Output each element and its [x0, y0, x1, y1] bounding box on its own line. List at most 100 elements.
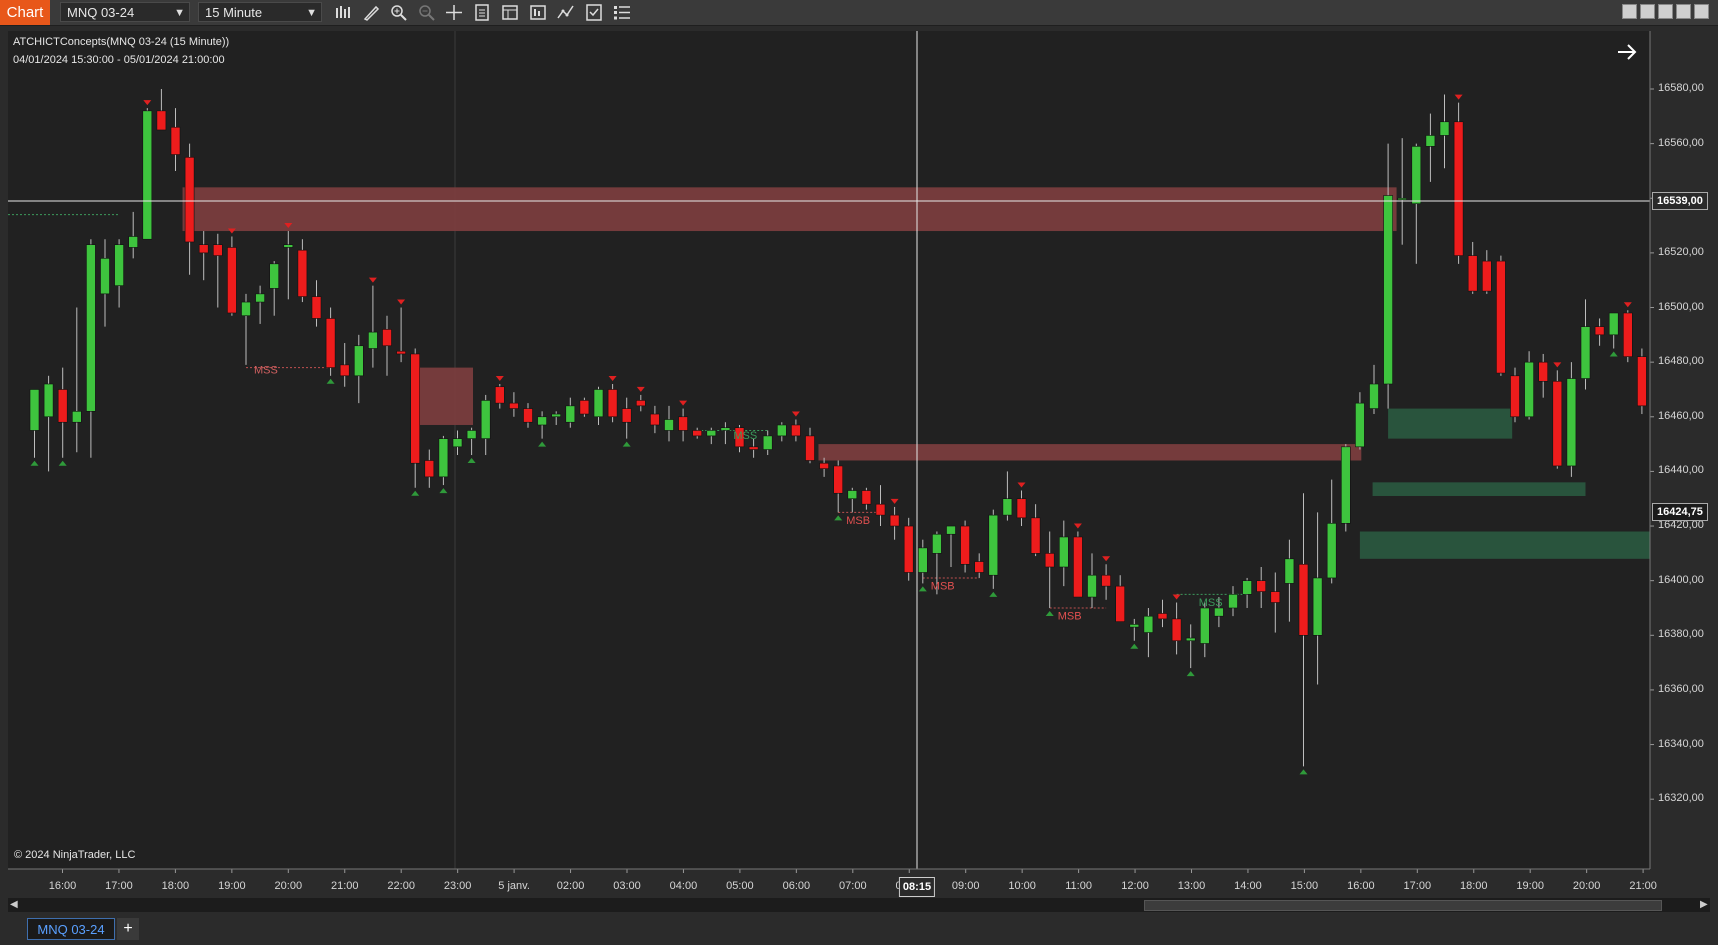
candle-body — [269, 263, 280, 289]
candle-body — [1256, 580, 1266, 592]
x-tick-label: 19:00 — [1516, 880, 1544, 892]
structure-label: MSS — [254, 365, 278, 377]
candle-body — [466, 430, 477, 439]
candle-body — [762, 435, 773, 450]
swing-low-marker — [1299, 769, 1308, 775]
candle-body — [509, 402, 519, 409]
bearish-zone — [182, 187, 1397, 232]
candle-body — [1002, 498, 1013, 516]
candle-body — [537, 416, 547, 426]
candle-body — [1566, 378, 1577, 467]
candle-body — [100, 258, 110, 295]
candle-body — [1355, 402, 1365, 448]
candle-body — [1016, 498, 1027, 519]
x-tick-label: 20:00 — [1572, 880, 1601, 892]
candle-body — [311, 296, 322, 319]
add-tab-button[interactable]: + — [117, 918, 139, 940]
candle-body — [1383, 195, 1393, 385]
price-chart[interactable]: MSS MSS MSB MSB MSB MSS — [0, 0, 1718, 945]
candle-body — [706, 430, 717, 437]
candle-body — [1524, 361, 1534, 418]
candle-body — [1171, 618, 1182, 642]
candle-body — [946, 525, 956, 535]
bullish-zone — [1359, 531, 1650, 559]
y-tick-label: 16440,00 — [1658, 464, 1704, 477]
candle-body — [382, 329, 392, 347]
candle-body — [114, 244, 124, 286]
x-tick-label: 05:00 — [726, 880, 754, 892]
scroll-left-arrow-icon[interactable]: ◀ — [10, 899, 18, 910]
candle-body — [1157, 613, 1168, 620]
candle-body — [1652, 411, 1661, 512]
swing-high-marker — [608, 376, 617, 382]
candle-body — [1623, 312, 1633, 357]
candle-body — [664, 419, 674, 431]
scrollbar-thumb[interactable] — [1144, 900, 1662, 911]
swing-low-marker — [1045, 610, 1054, 616]
candle-body — [1059, 536, 1069, 568]
bearish-zone — [419, 367, 474, 425]
copyright: © 2024 NinjaTrader, LLC — [14, 849, 136, 861]
candle-body — [1270, 591, 1281, 603]
swing-high-marker — [495, 376, 504, 382]
x-tick-label: 09:00 — [951, 880, 980, 892]
candle-body — [424, 460, 435, 478]
arrow-right-icon[interactable] — [1616, 42, 1638, 62]
candle-body — [1129, 624, 1140, 628]
candle-body — [917, 547, 928, 573]
x-tick-label: 07:00 — [839, 880, 867, 892]
candle-body — [621, 408, 632, 423]
swing-high-marker — [1553, 362, 1562, 368]
structure-label: MSB — [1058, 610, 1082, 622]
candle-body — [932, 533, 942, 554]
x-tick-label: 16:00 — [1347, 880, 1375, 892]
tab-mnq[interactable]: MNQ 03-24 — [27, 918, 115, 940]
candle-body — [579, 400, 590, 415]
candle-body — [1594, 326, 1605, 336]
candle-body — [1453, 121, 1464, 256]
crosshair-time-tag: 08:15 — [898, 877, 936, 897]
x-tick-label: 17:00 — [1403, 880, 1432, 892]
candle-body — [283, 244, 294, 248]
scroll-right-arrow-icon[interactable]: ▶ — [1700, 899, 1708, 910]
y-tick-label: 16340,00 — [1658, 737, 1704, 750]
candle-body — [1411, 146, 1422, 205]
candle-body — [1425, 135, 1436, 147]
candle-body — [776, 424, 787, 437]
structure-label: MSS — [1199, 597, 1223, 609]
swing-low-marker — [1609, 351, 1618, 357]
candle-body — [974, 561, 985, 573]
candle-body — [142, 110, 153, 240]
x-tick-label: 14:00 — [1234, 880, 1262, 892]
candle-body — [650, 413, 660, 426]
candle-body — [241, 301, 251, 317]
candle-body — [438, 438, 449, 478]
candle-body — [494, 386, 505, 404]
candle-body — [339, 364, 350, 377]
candle-body — [480, 400, 491, 439]
date-range: 04/01/2024 15:30:00 - 05/01/2024 21:00:0… — [13, 54, 225, 66]
swing-high-marker — [1073, 523, 1082, 529]
x-tick-label: 15:00 — [1290, 880, 1319, 892]
tab-strip: MNQ 03-24 + — [0, 913, 1718, 945]
swing-high-marker — [1172, 594, 1181, 600]
structure-label: MSS — [733, 430, 757, 442]
candle-body — [1030, 517, 1041, 554]
candle-body — [903, 525, 914, 573]
x-tick-label: 13:00 — [1177, 880, 1206, 892]
candle-body — [1115, 585, 1125, 622]
candle-body — [1608, 312, 1619, 336]
candle-body — [1200, 607, 1210, 644]
candle-body — [1326, 523, 1337, 579]
swing-high-marker — [143, 100, 152, 106]
swing-low-marker — [622, 441, 631, 447]
candle-body — [227, 247, 237, 314]
candle-body — [184, 156, 195, 243]
candle-body — [1087, 574, 1097, 598]
candle-body — [255, 293, 265, 303]
swing-low-marker — [918, 586, 927, 592]
y-tick-label: 16320,00 — [1658, 792, 1704, 805]
candle-body — [213, 244, 223, 256]
candle-body — [1073, 536, 1083, 598]
candle-body — [1467, 255, 1478, 292]
